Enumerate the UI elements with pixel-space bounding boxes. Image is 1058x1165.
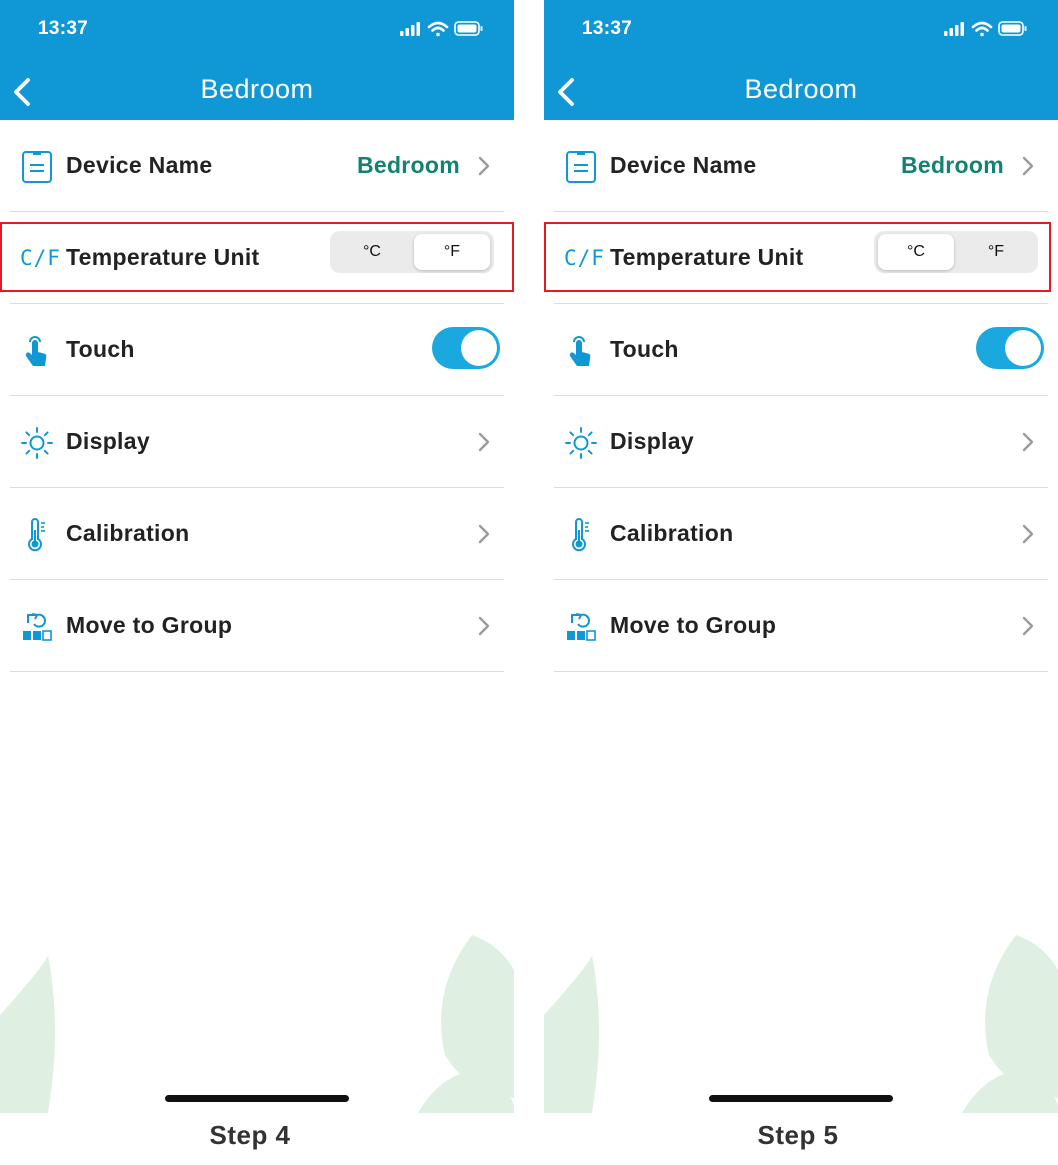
row-touch: Touch <box>0 304 514 396</box>
unit-segmented-control: °C °F <box>330 231 494 273</box>
row-calibration[interactable]: Calibration <box>544 488 1058 580</box>
thermometer-icon <box>28 518 45 552</box>
leaf-decoration <box>544 935 1058 1113</box>
row-display[interactable]: Display <box>0 396 514 488</box>
status-icons <box>400 21 483 37</box>
phone-screen-step-5: 13:37 Bedroom Device Name Bedroom C/F Te… <box>544 0 1058 1113</box>
device-name-label: Device Name <box>66 152 213 178</box>
calibration-label: Calibration <box>66 520 190 546</box>
unit-fahrenheit-option[interactable]: °F <box>958 234 1034 270</box>
wifi-icon <box>971 21 993 37</box>
row-device-name[interactable]: Device Name Bedroom <box>544 120 1058 212</box>
toggle-knob <box>1005 330 1041 366</box>
home-indicator <box>709 1095 893 1102</box>
step-caption: Step 4 <box>209 1120 291 1150</box>
display-label: Display <box>66 428 150 454</box>
touch-hand-icon <box>25 336 47 366</box>
move-group-icon <box>567 613 596 641</box>
battery-icon <box>454 21 483 36</box>
signal-icon <box>400 22 420 36</box>
chevron-right-icon <box>478 156 490 176</box>
toggle-knob <box>461 330 497 366</box>
sun-icon <box>21 427 53 459</box>
temperature-unit-label: Temperature Unit <box>610 244 804 270</box>
row-move-to-group[interactable]: Move to Group <box>0 580 514 672</box>
app-header: 13:37 Bedroom <box>0 0 514 120</box>
row-move-to-group[interactable]: Move to Group <box>544 580 1058 672</box>
chevron-right-icon <box>1022 432 1034 452</box>
calibration-label: Calibration <box>610 520 734 546</box>
device-name-label: Device Name <box>610 152 757 178</box>
wifi-icon <box>427 21 449 37</box>
device-name-value: Bedroom <box>900 152 1004 178</box>
move-group-icon <box>23 613 52 641</box>
touch-toggle[interactable] <box>976 327 1044 369</box>
touch-label: Touch <box>66 336 135 362</box>
chevron-right-icon <box>1022 616 1034 636</box>
touch-hand-icon <box>569 336 591 366</box>
display-label: Display <box>610 428 694 454</box>
temperature-unit-label: Temperature Unit <box>66 244 260 270</box>
unit-celsius-option[interactable]: °C <box>334 234 410 270</box>
chevron-right-icon <box>478 432 490 452</box>
document-icon <box>22 151 52 183</box>
row-touch: Touch <box>544 304 1058 396</box>
settings-list: Device Name Bedroom C/F Temperature Unit… <box>544 120 1058 672</box>
app-header: 13:37 Bedroom <box>544 0 1058 120</box>
divider <box>554 671 1048 672</box>
row-temperature-unit: C/F Temperature Unit °C °F <box>0 212 514 304</box>
home-indicator <box>165 1095 349 1102</box>
step-caption: Step 5 <box>757 1120 839 1150</box>
row-temperature-unit: C/F Temperature Unit °C °F <box>544 212 1058 304</box>
page-title: Bedroom <box>200 74 314 104</box>
status-icons <box>944 21 1027 37</box>
sun-icon <box>565 427 597 459</box>
chevron-right-icon <box>478 616 490 636</box>
battery-icon <box>998 21 1027 36</box>
temperature-unit-icon: C/F <box>20 246 61 270</box>
row-calibration[interactable]: Calibration <box>0 488 514 580</box>
leaf-decoration <box>0 935 514 1113</box>
move-to-group-label: Move to Group <box>610 612 777 638</box>
move-to-group-label: Move to Group <box>66 612 233 638</box>
phone-screen-step-4: 13:37 Bedroom Device Name Bedroom C/F Te… <box>0 0 514 1113</box>
chevron-right-icon <box>1022 524 1034 544</box>
touch-label: Touch <box>610 336 679 362</box>
thermometer-icon <box>572 518 589 552</box>
row-device-name[interactable]: Device Name Bedroom <box>0 120 514 212</box>
signal-icon <box>944 22 964 36</box>
chevron-right-icon <box>1022 156 1034 176</box>
temperature-unit-icon: C/F <box>564 246 605 270</box>
document-icon <box>566 151 596 183</box>
row-display[interactable]: Display <box>544 396 1058 488</box>
chevron-right-icon <box>478 524 490 544</box>
page-title: Bedroom <box>744 74 858 104</box>
unit-segmented-control: °C °F <box>874 231 1038 273</box>
divider <box>10 671 504 672</box>
status-time: 13:37 <box>38 18 89 39</box>
touch-toggle[interactable] <box>432 327 500 369</box>
unit-celsius-option[interactable]: °C <box>878 234 954 270</box>
device-name-value: Bedroom <box>356 152 460 178</box>
status-time: 13:37 <box>582 18 633 39</box>
settings-list: Device Name Bedroom C/F Temperature Unit… <box>0 120 514 672</box>
unit-fahrenheit-option[interactable]: °F <box>414 234 490 270</box>
